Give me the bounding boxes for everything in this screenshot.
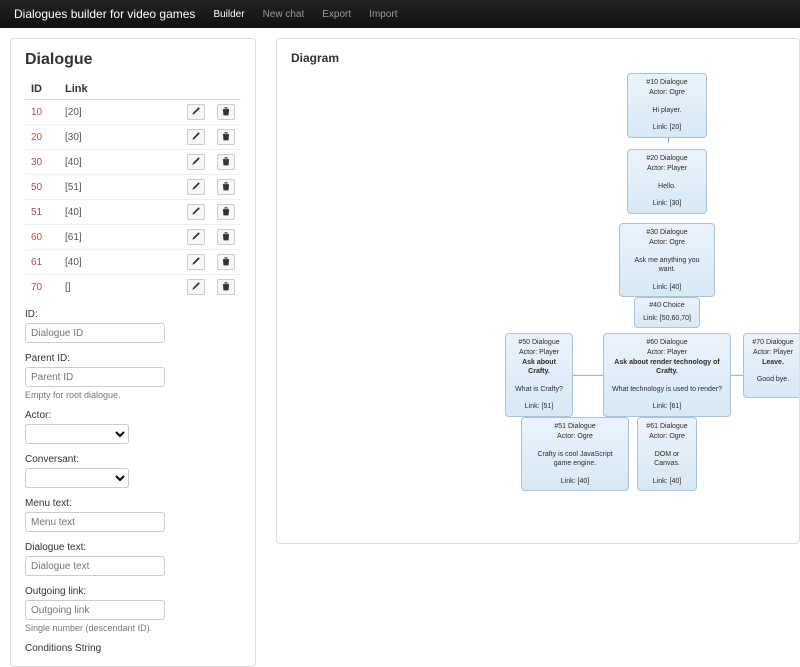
id-input[interactable] [25, 323, 165, 343]
outgoing-link-label: Outgoing link: [25, 586, 241, 597]
conversant-label: Conversant: [25, 454, 241, 465]
parent-id-label: Parent ID: [25, 353, 241, 364]
delete-button[interactable] [217, 104, 235, 120]
brand: Dialogues builder for video games [14, 7, 195, 21]
delete-button[interactable] [217, 129, 235, 145]
row-id: 10 [25, 100, 59, 125]
delete-button[interactable] [217, 279, 235, 295]
navbar: Dialogues builder for video games Builde… [0, 0, 800, 28]
edit-icon [191, 281, 201, 294]
edit-button[interactable] [187, 229, 205, 245]
main-container: Dialogue ID Link 10[20]20[30]30[40]50[51… [0, 28, 800, 667]
trash-icon [221, 131, 231, 144]
menu-text-input[interactable] [25, 512, 165, 532]
row-link: [20] [59, 100, 181, 125]
edit-button[interactable] [187, 129, 205, 145]
nav-export[interactable]: Export [322, 9, 351, 20]
table-row: 61[40] [25, 250, 241, 275]
row-id: 61 [25, 250, 59, 275]
edit-icon [191, 156, 201, 169]
col-link: Link [59, 79, 181, 100]
delete-button[interactable] [217, 154, 235, 170]
table-row: 10[20] [25, 100, 241, 125]
diagram-node-20[interactable]: #20 Dialogue Actor: Player Hello. Link: … [627, 149, 707, 214]
edit-button[interactable] [187, 154, 205, 170]
parent-id-input[interactable] [25, 367, 165, 387]
row-id: 51 [25, 200, 59, 225]
row-id: 60 [25, 225, 59, 250]
dialogue-title: Dialogue [25, 51, 241, 69]
edit-button[interactable] [187, 204, 205, 220]
row-id: 50 [25, 175, 59, 200]
trash-icon [221, 256, 231, 269]
row-id: 70 [25, 275, 59, 300]
dialogue-table: ID Link 10[20]20[30]30[40]50[51]51[40]60… [25, 79, 241, 299]
delete-button[interactable] [217, 254, 235, 270]
diagram-node-51[interactable]: #51 Dialogue Actor: Ogre Crafty is cool … [521, 417, 629, 491]
row-link: [51] [59, 175, 181, 200]
delete-button[interactable] [217, 179, 235, 195]
diagram-node-60[interactable]: #60 Dialogue Actor: Player Ask about ren… [603, 333, 731, 417]
table-row: 30[40] [25, 150, 241, 175]
row-link: [40] [59, 150, 181, 175]
row-id: 30 [25, 150, 59, 175]
edit-button[interactable] [187, 254, 205, 270]
edit-icon [191, 206, 201, 219]
edit-button[interactable] [187, 279, 205, 295]
outgoing-link-help: Single number (descendant ID). [25, 623, 241, 633]
diagram-panel: Diagram #10 Dialogue Actor: Ogre Hi play… [276, 38, 800, 544]
row-link: [61] [59, 225, 181, 250]
nav-import[interactable]: Import [369, 9, 397, 20]
trash-icon [221, 106, 231, 119]
table-row: 51[40] [25, 200, 241, 225]
table-row: 20[30] [25, 125, 241, 150]
dialogue-text-input[interactable] [25, 556, 165, 576]
conditions-label: Conditions String [25, 643, 241, 654]
id-label: ID: [25, 309, 241, 320]
diagram-node-61[interactable]: #61 Dialogue Actor: Ogre DOM or Canvas. … [637, 417, 697, 491]
trash-icon [221, 281, 231, 294]
diagram-node-10[interactable]: #10 Dialogue Actor: Ogre Hi player. Link… [627, 73, 707, 138]
trash-icon [221, 181, 231, 194]
diagram-node-40[interactable]: #40 Choice Link: [50,60,70] [634, 297, 700, 328]
menu-text-label: Menu text: [25, 498, 241, 509]
delete-button[interactable] [217, 229, 235, 245]
row-link: [30] [59, 125, 181, 150]
row-link: [40] [59, 200, 181, 225]
outgoing-link-input[interactable] [25, 600, 165, 620]
trash-icon [221, 156, 231, 169]
delete-button[interactable] [217, 204, 235, 220]
table-row: 60[61] [25, 225, 241, 250]
edit-icon [191, 131, 201, 144]
edit-icon [191, 256, 201, 269]
dialogue-panel: Dialogue ID Link 10[20]20[30]30[40]50[51… [10, 38, 256, 667]
edit-button[interactable] [187, 179, 205, 195]
actor-label: Actor: [25, 410, 241, 421]
edit-button[interactable] [187, 104, 205, 120]
diagram-title: Diagram [291, 51, 785, 65]
row-link: [] [59, 275, 181, 300]
diagram-node-50[interactable]: #50 Dialogue Actor: Player Ask about Cra… [505, 333, 573, 417]
table-row: 70[] [25, 275, 241, 300]
trash-icon [221, 231, 231, 244]
actor-select[interactable] [25, 424, 129, 444]
diagram-area: #10 Dialogue Actor: Ogre Hi player. Link… [277, 73, 799, 543]
diagram-node-70[interactable]: #70 Dialogue Actor: Player Leave. Good b… [743, 333, 800, 398]
table-row: 50[51] [25, 175, 241, 200]
parent-id-help: Empty for root dialogue. [25, 390, 241, 400]
edit-icon [191, 106, 201, 119]
row-id: 20 [25, 125, 59, 150]
edit-icon [191, 181, 201, 194]
row-link: [40] [59, 250, 181, 275]
nav-builder[interactable]: Builder [213, 9, 244, 20]
conversant-select[interactable] [25, 468, 129, 488]
edit-icon [191, 231, 201, 244]
diagram-node-30[interactable]: #30 Dialogue Actor: Ogre Ask me anything… [619, 223, 715, 297]
col-id: ID [25, 79, 59, 100]
trash-icon [221, 206, 231, 219]
nav-new-chat[interactable]: New chat [263, 9, 305, 20]
